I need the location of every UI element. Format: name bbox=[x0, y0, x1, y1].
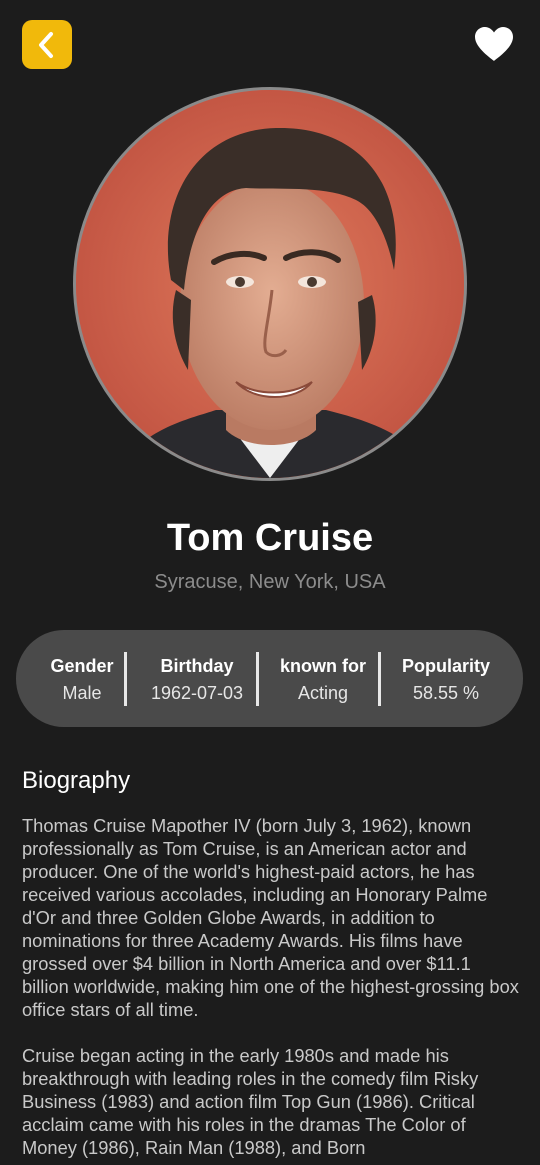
stat-value: 58.55 % bbox=[412, 683, 480, 703]
favorite-button[interactable] bbox=[470, 22, 518, 66]
biography-paragraph: Cruise began acting in the early 1980s a… bbox=[22, 1045, 479, 1158]
biography-paragraph: Thomas Cruise Mapother IV (born July 3, … bbox=[22, 815, 519, 1020]
stat-divider bbox=[124, 652, 127, 706]
stat-label: known for bbox=[280, 656, 366, 676]
biography-title: Biography bbox=[22, 767, 131, 794]
stat-label: Popularity bbox=[401, 656, 490, 676]
stat-divider bbox=[378, 652, 381, 706]
stat-value: 1962-07-03 bbox=[150, 683, 244, 703]
stat-gender: Gender Male bbox=[34, 630, 130, 727]
chevron-left-icon bbox=[39, 31, 53, 58]
stat-known-for: known for Acting bbox=[262, 630, 384, 727]
stat-label: Birthday bbox=[160, 656, 234, 676]
place-of-birth: Syracuse, New York, USA bbox=[154, 571, 386, 593]
stat-label: Gender bbox=[50, 656, 114, 676]
profile-photo bbox=[73, 87, 467, 481]
stat-popularity: Popularity 58.55 % bbox=[384, 630, 508, 727]
biography-text: Thomas Cruise Mapother IV (born July 3, … bbox=[22, 814, 522, 1159]
person-name: Tom Cruise bbox=[166, 517, 374, 559]
stat-divider bbox=[256, 652, 259, 706]
stat-value: Male bbox=[62, 683, 102, 703]
heart-icon bbox=[475, 27, 513, 61]
back-button[interactable] bbox=[22, 20, 72, 69]
stat-value: Acting bbox=[297, 683, 349, 703]
stats-panel: Gender Male Birthday 1962-07-03 known fo… bbox=[16, 630, 523, 727]
stat-birthday: Birthday 1962-07-03 bbox=[136, 630, 258, 727]
